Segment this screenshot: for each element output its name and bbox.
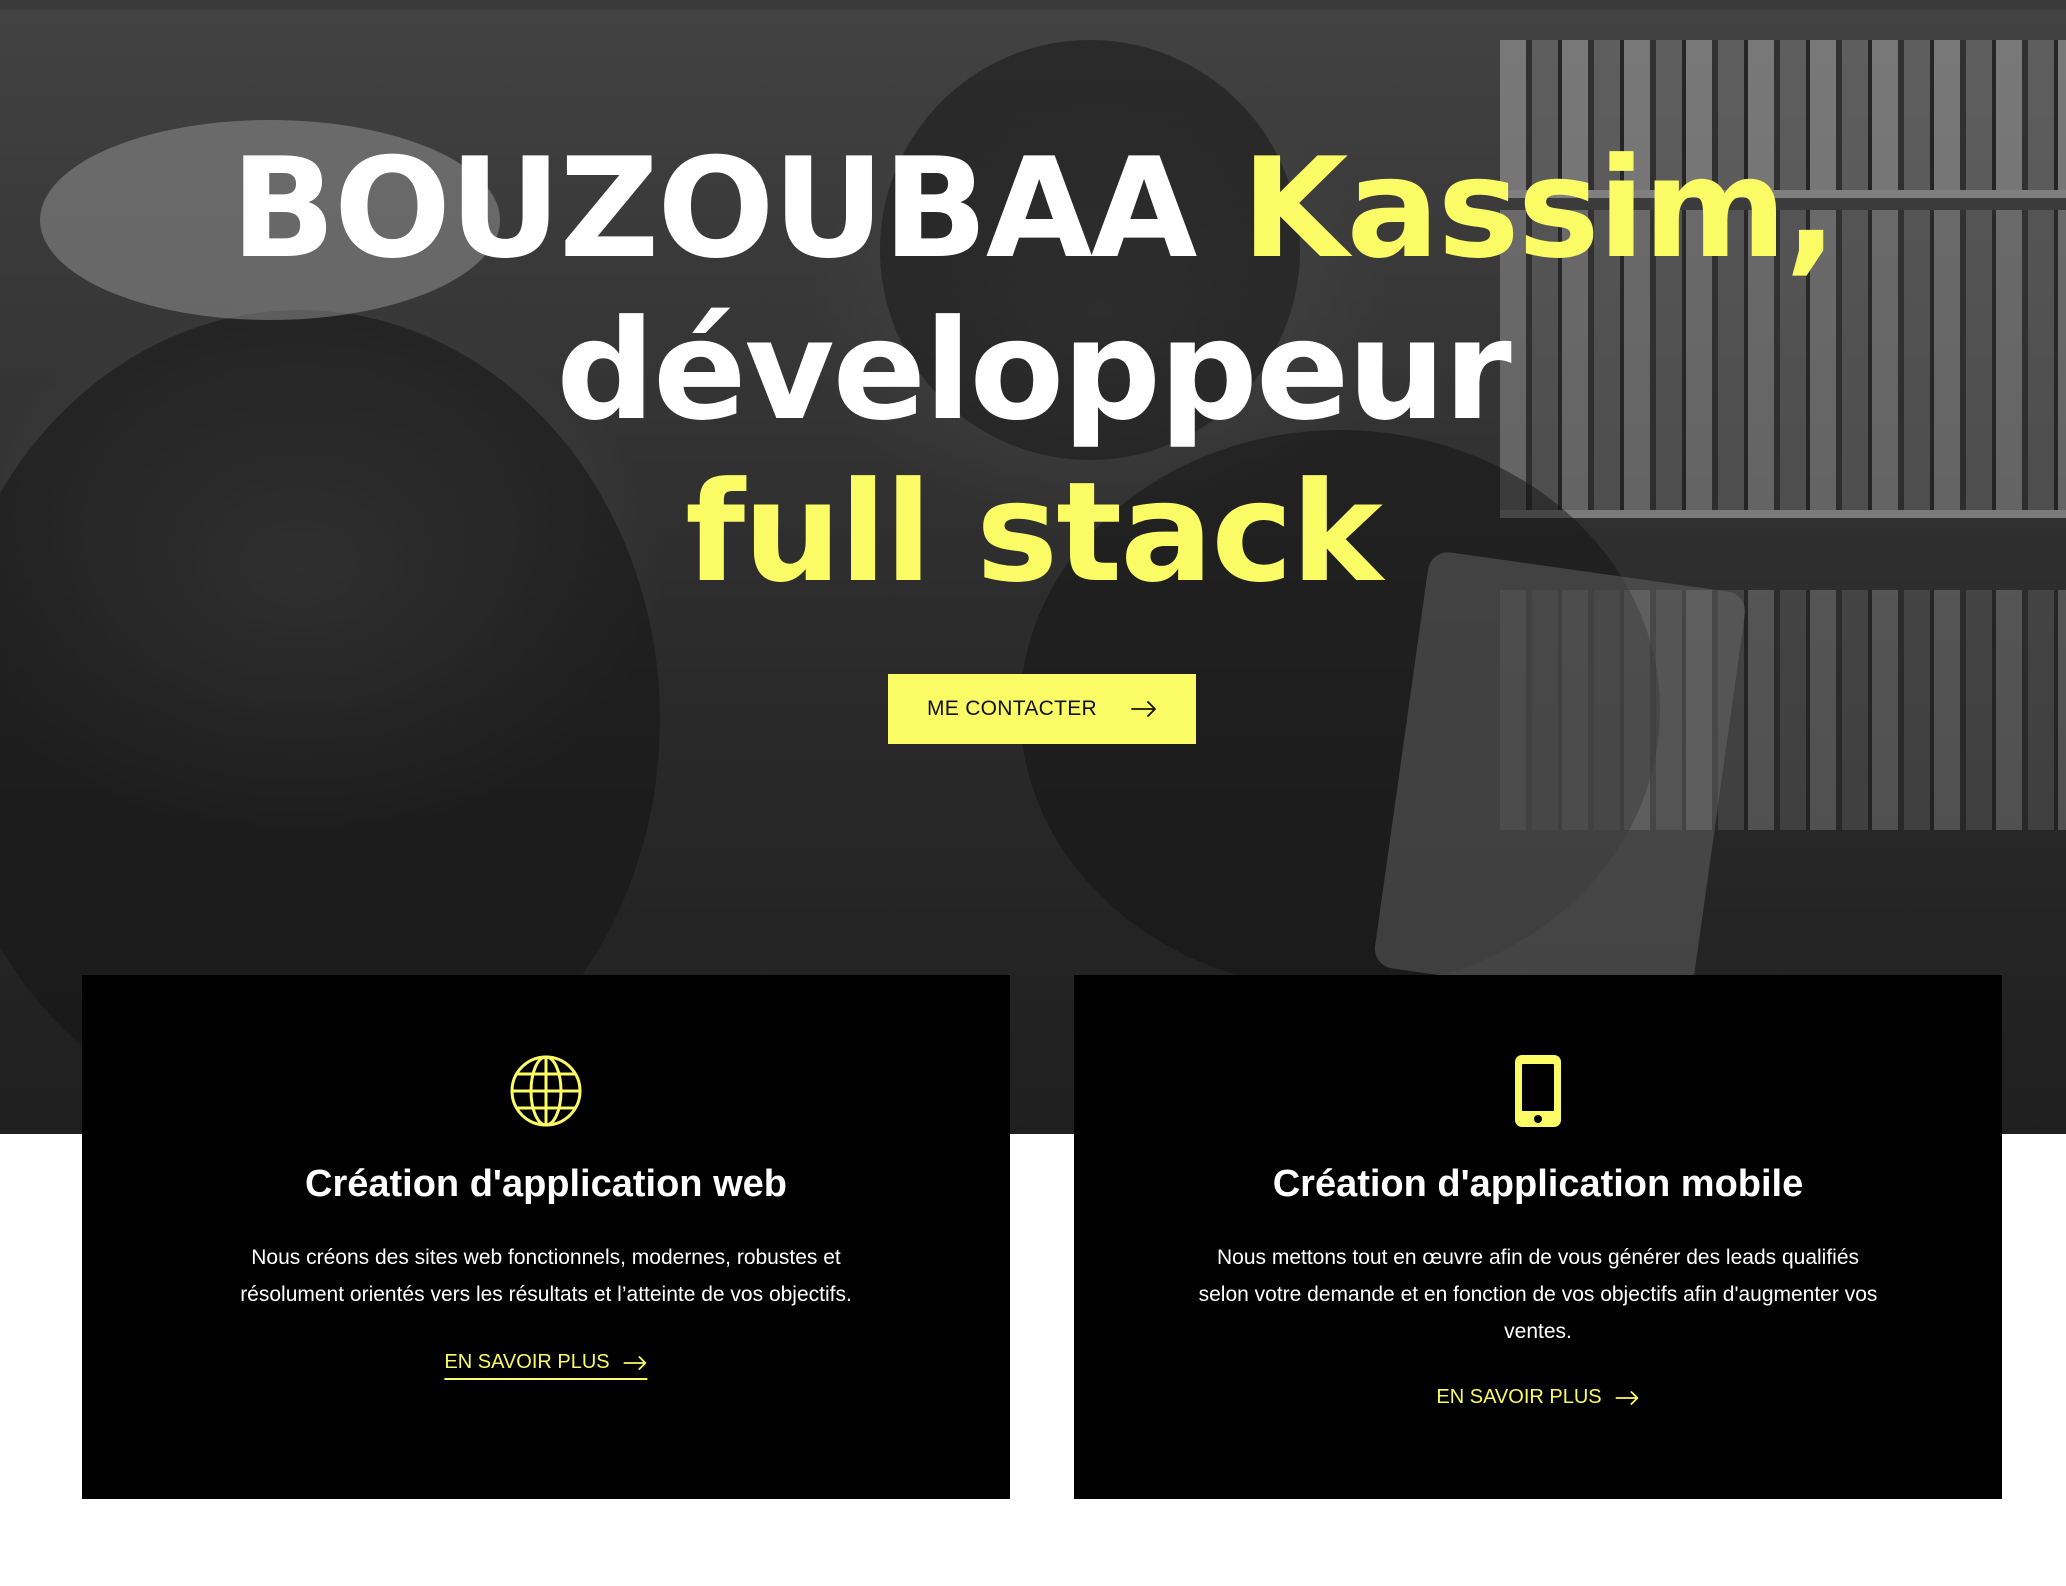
contact-button[interactable]: ME CONTACTER [888, 674, 1196, 744]
service-description-line: Nous créons des sites web fonctionnels, … [251, 1246, 841, 1269]
hero-title-role: développeur [556, 290, 1512, 451]
hero-title-name: BOUZOUBAA [230, 128, 1242, 289]
hero-title-firstname: Kassim, [1241, 128, 1837, 289]
service-title: Création d'application mobile [1272, 1163, 1804, 1205]
top-bar [0, 0, 2066, 10]
service-description-line: résolument orientés vers les résultats e… [240, 1283, 852, 1306]
hero-title: BOUZOUBAA Kassim, développeur full stack [0, 128, 2066, 614]
arrow-right-icon [1131, 701, 1156, 717]
service-title: Création d'application web [305, 1163, 787, 1205]
learn-more-link-web[interactable]: EN SAVOIR PLUS [444, 1351, 648, 1380]
globe-icon [510, 1055, 582, 1127]
service-description-line: Nous mettons tout en œuvre afin de vous … [1216, 1246, 1860, 1269]
service-description-line: selon votre demande et en fonction de vo… [1198, 1283, 1878, 1306]
hero-title-role-accent: full stack [685, 452, 1383, 613]
learn-more-label: EN SAVOIR PLUS [1436, 1386, 1602, 1408]
learn-more-link-mobile[interactable]: EN SAVOIR PLUS [1436, 1386, 1639, 1413]
service-card-mobile: Création d'application mobile Nous metto… [1074, 975, 2002, 1499]
contact-button-label: ME CONTACTER [926, 697, 1098, 720]
service-description-line: ventes. [1504, 1320, 1572, 1343]
service-description: Nous mettons tout en œuvre afin de vous … [1143, 1239, 1933, 1350]
service-card-web: Création d'application web Nous créons d… [82, 975, 1010, 1499]
arrow-right-icon [623, 1355, 647, 1370]
arrow-right-icon [1615, 1390, 1639, 1405]
service-description: Nous créons des sites web fonctionnels, … [151, 1239, 941, 1313]
learn-more-label: EN SAVOIR PLUS [444, 1351, 610, 1373]
smartphone-icon [1515, 1055, 1561, 1127]
hero-section: BOUZOUBAA Kassim, développeur full stack… [0, 10, 2066, 1134]
